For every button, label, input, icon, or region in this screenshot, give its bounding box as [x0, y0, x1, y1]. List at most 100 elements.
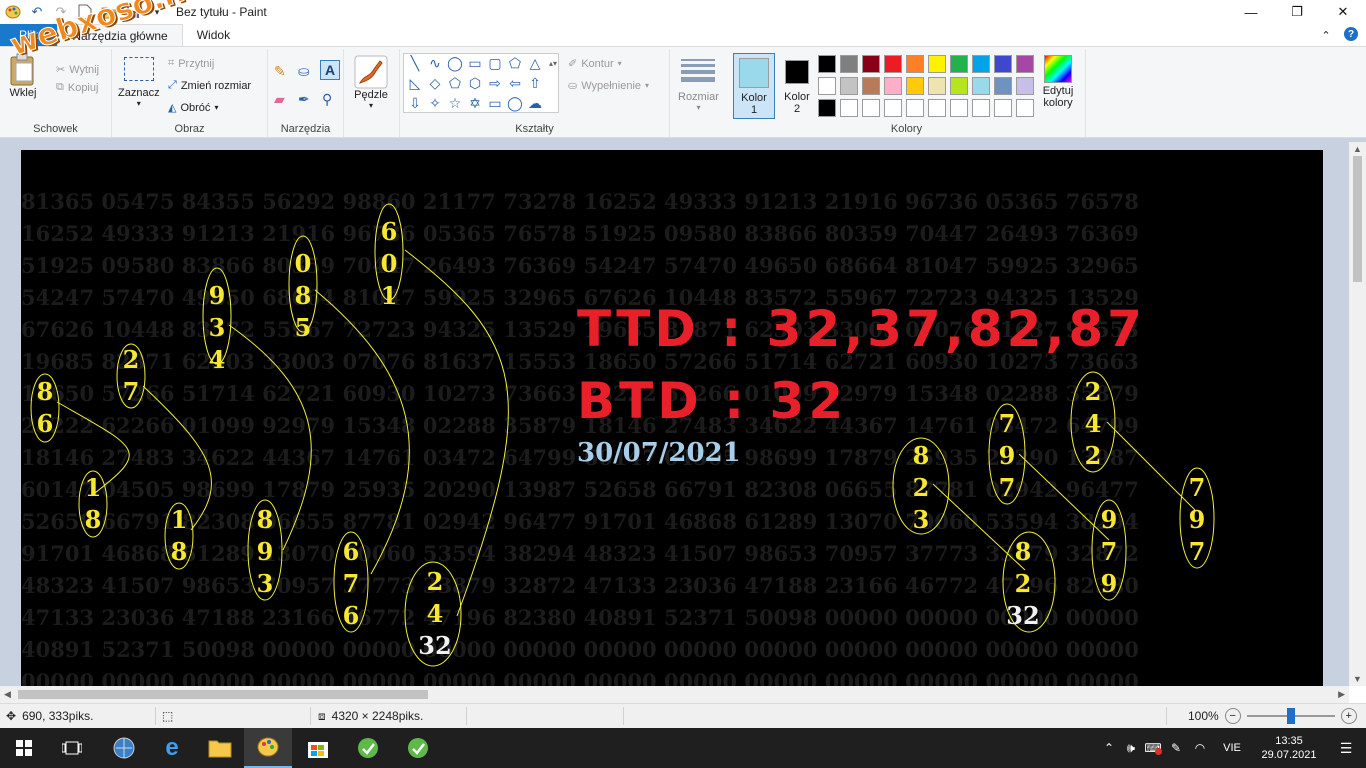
palette-color-swatch[interactable] — [906, 77, 924, 95]
palette-color-swatch[interactable] — [884, 55, 902, 73]
palette-color-swatch[interactable] — [840, 55, 858, 73]
color2-button[interactable]: Kolor 2 — [778, 53, 816, 119]
palette-color-swatch[interactable] — [862, 99, 880, 117]
volume-icon[interactable]: 🕪 — [1120, 740, 1142, 756]
scroll-up-icon[interactable]: ▲ — [1353, 144, 1362, 154]
callout-rect-shape-icon[interactable]: ▭ — [486, 94, 504, 112]
palette-color-swatch[interactable] — [928, 77, 946, 95]
scroll-left-arrow-icon[interactable]: ◀ — [4, 689, 11, 700]
horizontal-scroll-thumb[interactable] — [18, 690, 428, 699]
rectangle-shape-icon[interactable]: ▭ — [466, 54, 484, 72]
diamond-shape-icon[interactable]: ◇ — [426, 74, 444, 92]
paint-icon[interactable] — [244, 728, 292, 768]
eraser-tool[interactable]: ▰ — [274, 91, 285, 108]
palette-color-swatch[interactable] — [928, 99, 946, 117]
four-point-star-shape-icon[interactable]: ✧ — [426, 94, 444, 112]
notification-center-icon[interactable]: ☰ — [1326, 740, 1366, 757]
line-shape-icon[interactable]: ╲ — [406, 54, 424, 72]
task-view-icon[interactable] — [48, 728, 96, 768]
close-button[interactable]: ✕ — [1320, 0, 1366, 24]
file-explorer-icon[interactable] — [196, 728, 244, 768]
crop-button[interactable]: ⌗ Przytnij — [168, 57, 214, 70]
size-button[interactable]: Rozmiar ▾ — [678, 55, 719, 112]
image-canvas[interactable]: 81365 05475 84355 56292 98860 21177 7327… — [21, 150, 1323, 686]
palette-color-swatch[interactable] — [818, 77, 836, 95]
edge-icon[interactable]: e — [148, 728, 196, 768]
green-app-icon[interactable] — [344, 728, 392, 768]
text-tool[interactable]: A — [320, 60, 340, 80]
color1-button[interactable]: Kolor 1 — [733, 53, 775, 119]
minimize-button[interactable]: — — [1228, 0, 1274, 24]
palette-color-swatch[interactable] — [906, 55, 924, 73]
palette-color-swatch[interactable] — [1016, 77, 1034, 95]
palette-color-swatch[interactable] — [950, 55, 968, 73]
right-triangle-shape-icon[interactable]: ◺ — [406, 74, 424, 92]
pencil-tool[interactable]: ✎ — [274, 63, 286, 80]
palette-color-swatch[interactable] — [928, 55, 946, 73]
network-error-icon[interactable]: ⌨ — [1142, 741, 1164, 755]
palette-color-swatch[interactable] — [862, 77, 880, 95]
cut-button[interactable]: ✂ Wytnij — [56, 63, 99, 77]
zoom-slider[interactable] — [1246, 708, 1335, 724]
select-button[interactable]: Zaznacz ▾ — [118, 57, 160, 108]
shapes-scroll-icon[interactable]: ▴▾ — [544, 54, 562, 72]
zoom-out-button[interactable]: − — [1224, 708, 1241, 724]
wifi-icon[interactable]: ◠ — [1188, 741, 1212, 755]
copy-button[interactable]: ⧉ Kopiuj — [56, 81, 98, 94]
show-hidden-icons-icon[interactable]: ⌃ — [1098, 741, 1120, 755]
browser-globe-icon[interactable] — [100, 728, 148, 768]
palette-color-swatch[interactable] — [840, 99, 858, 117]
palette-color-swatch[interactable] — [994, 77, 1012, 95]
horizontal-scrollbar[interactable]: ◀ ▶ — [0, 686, 1349, 703]
palette-color-swatch[interactable] — [972, 77, 990, 95]
palette-color-swatch[interactable] — [906, 99, 924, 117]
vertical-scrollbar[interactable]: ▲ ▼ — [1349, 142, 1366, 686]
brushes-button[interactable]: Pędzle ▾ — [354, 55, 388, 110]
collapse-ribbon-icon[interactable]: ⌃ — [1318, 27, 1334, 43]
triangle-shape-icon[interactable]: △ — [526, 54, 544, 72]
palette-color-swatch[interactable] — [818, 99, 836, 117]
palette-color-swatch[interactable] — [950, 77, 968, 95]
five-point-star-shape-icon[interactable]: ☆ — [446, 94, 464, 112]
palette-color-swatch[interactable] — [1016, 99, 1034, 117]
resize-button[interactable]: ⤢ Zmień rozmiar — [168, 79, 251, 92]
language-indicator[interactable]: VIE — [1212, 742, 1252, 754]
palette-color-swatch[interactable] — [862, 55, 880, 73]
oval-shape-icon[interactable]: ◯ — [446, 54, 464, 72]
fill-button[interactable]: ⛀ Wypełnienie ▾ — [568, 79, 649, 93]
vertical-scroll-thumb[interactable] — [1353, 156, 1362, 282]
palette-color-swatch[interactable] — [950, 99, 968, 117]
windows-start-icon[interactable] — [0, 728, 48, 768]
up-arrow-shape-icon[interactable]: ⇧ — [526, 74, 544, 92]
clock[interactable]: 13:35 29.07.2021 — [1252, 734, 1326, 762]
scroll-down-icon[interactable]: ▼ — [1353, 674, 1362, 684]
polygon-shape-icon[interactable]: ⬠ — [506, 54, 524, 72]
palette-color-swatch[interactable] — [972, 99, 990, 117]
rounded-rect-shape-icon[interactable]: ▢ — [486, 54, 504, 72]
callout-cloud-shape-icon[interactable]: ☁ — [526, 94, 544, 112]
down-arrow-shape-icon[interactable]: ⇩ — [406, 94, 424, 112]
right-arrow-shape-icon[interactable]: ⇨ — [486, 74, 504, 92]
help-icon[interactable]: ? — [1344, 27, 1358, 41]
restore-button[interactable]: ❐ — [1274, 0, 1320, 24]
fill-tool[interactable]: ⛀ — [298, 63, 310, 80]
hexagon-shape-icon[interactable]: ⬡ — [466, 74, 484, 92]
palette-color-swatch[interactable] — [840, 77, 858, 95]
zoom-slider-thumb[interactable] — [1286, 708, 1295, 724]
green-app-icon-2[interactable] — [394, 728, 442, 768]
left-arrow-shape-icon[interactable]: ⇦ — [506, 74, 524, 92]
palette-color-swatch[interactable] — [994, 99, 1012, 117]
pentagon-shape-icon[interactable]: ⬠ — [446, 74, 464, 92]
palette-color-swatch[interactable] — [972, 55, 990, 73]
edit-colors-button[interactable]: Edytuj kolory — [1038, 55, 1078, 109]
callout-oval-shape-icon[interactable]: ◯ — [506, 94, 524, 112]
six-point-star-shape-icon[interactable]: ✡ — [466, 94, 484, 112]
palette-color-swatch[interactable] — [884, 99, 902, 117]
palette-color-swatch[interactable] — [994, 55, 1012, 73]
scroll-right-icon[interactable]: ▶ — [1338, 689, 1345, 700]
outline-button[interactable]: ✐ Kontur ▾ — [568, 57, 622, 71]
tab-view[interactable]: Widok — [183, 24, 244, 46]
zoom-in-button[interactable]: + — [1340, 708, 1357, 724]
palette-color-swatch[interactable] — [1016, 55, 1034, 73]
palette-color-swatch[interactable] — [818, 55, 836, 73]
